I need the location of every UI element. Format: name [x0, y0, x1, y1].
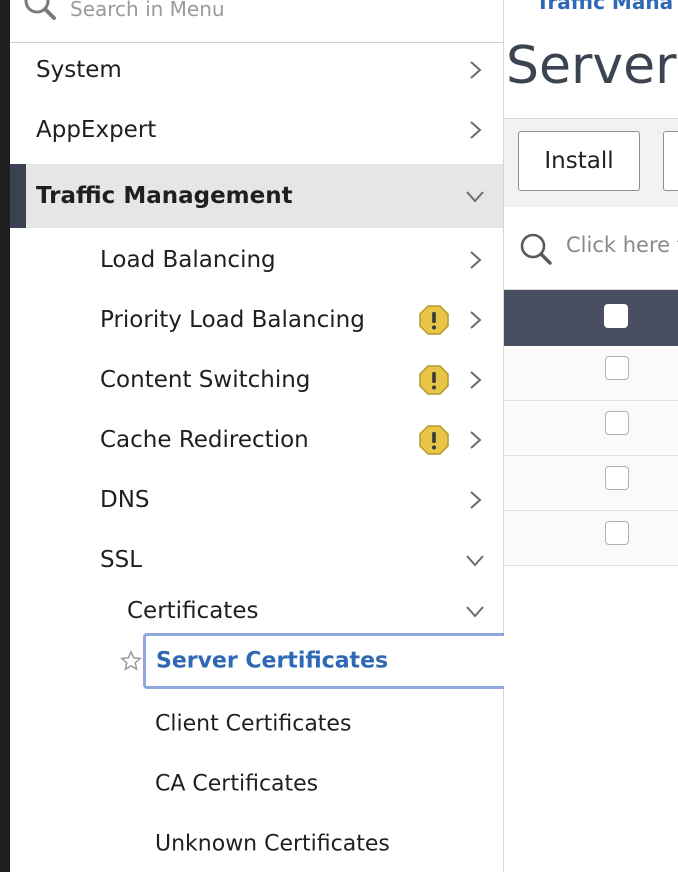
active-indicator [10, 164, 26, 228]
sidebar-item-label: Certificates [127, 598, 259, 624]
search-icon [22, 0, 58, 26]
sidebar-item-priority-load-balancing[interactable]: Priority Load Balancing [10, 291, 503, 349]
sidebar-item-label: Traffic Management [36, 183, 293, 209]
chevron-right-icon [470, 371, 482, 389]
table-filter[interactable]: Click here t [504, 207, 678, 290]
sidebar-item-server-certificates[interactable]: Server Certificates [143, 633, 508, 689]
table-header [504, 290, 678, 346]
sidebar-item-label: CA Certificates [155, 771, 319, 797]
sidebar-item-label: SSL [100, 547, 143, 573]
sidebar-item-unknown-certificates[interactable]: Unknown Certificates [10, 815, 503, 873]
sidebar-item-traffic-management[interactable]: Traffic Management [10, 164, 503, 228]
sidebar-item-label: DNS [100, 487, 150, 513]
warning-icon [419, 305, 449, 335]
sidebar-item-cache-redirection[interactable]: Cache Redirection [10, 411, 503, 469]
chevron-down-icon [466, 606, 484, 618]
menu-search-bar[interactable]: Search in Menu [10, 0, 503, 43]
sidebar-item-label: Content Switching [100, 367, 311, 393]
sidebar-item-load-balancing[interactable]: Load Balancing [10, 231, 503, 289]
toolbar: Install [504, 118, 678, 208]
table-row[interactable] [504, 456, 678, 511]
sidebar-item-system[interactable]: System [10, 41, 503, 99]
row-checkbox[interactable] [605, 411, 629, 435]
sidebar-item-certificates[interactable]: Certificates [10, 583, 503, 639]
sidebar-item-client-certificates[interactable]: Client Certificates [10, 695, 503, 753]
chevron-right-icon [470, 251, 482, 269]
sidebar-item-label: Unknown Certificates [155, 831, 390, 857]
table-row[interactable] [504, 401, 678, 456]
search-icon [518, 231, 554, 271]
chevron-down-icon [466, 555, 484, 567]
chevron-right-icon [470, 121, 482, 139]
sidebar-item-ssl[interactable]: SSL [10, 531, 503, 589]
row-checkbox[interactable] [605, 356, 629, 380]
main-content: Traffic Mana Server C Install Click here… [504, 0, 678, 872]
chevron-right-icon [470, 311, 482, 329]
sidebar-item-label: Load Balancing [100, 247, 276, 273]
install-button[interactable]: Install [518, 131, 640, 191]
sidebar-item-label: Server Certificates [156, 648, 389, 674]
row-checkbox[interactable] [605, 466, 629, 490]
sidebar-item-label: AppExpert [36, 117, 157, 143]
window-edge [0, 0, 10, 872]
sidebar-item-appexpert[interactable]: AppExpert [10, 101, 503, 159]
sidebar-item-label: Priority Load Balancing [100, 307, 365, 333]
chevron-right-icon [470, 431, 482, 449]
star-icon[interactable] [120, 650, 142, 672]
chevron-down-icon [466, 191, 484, 203]
filter-placeholder[interactable]: Click here t [566, 233, 678, 257]
sidebar-item-content-switching[interactable]: Content Switching [10, 351, 503, 409]
table-row[interactable] [504, 346, 678, 401]
sidebar-item-ca-certificates[interactable]: CA Certificates [10, 755, 503, 813]
breadcrumb[interactable]: Traffic Mana [536, 0, 673, 14]
chevron-right-icon [470, 61, 482, 79]
menu-search-placeholder[interactable]: Search in Menu [70, 0, 225, 21]
page-title: Server C [506, 36, 678, 96]
sidebar-item-label: System [36, 57, 122, 83]
sidebar-item-label: Client Certificates [155, 711, 352, 737]
navigation-sidebar: Search in Menu System AppExpert Traffic … [10, 0, 508, 873]
sidebar-item-label: Cache Redirection [100, 427, 309, 453]
warning-icon [419, 365, 449, 395]
chevron-right-icon [470, 491, 482, 509]
row-checkbox[interactable] [605, 521, 629, 545]
table-row[interactable] [504, 511, 678, 566]
toolbar-next-button[interactable] [663, 131, 678, 191]
sidebar-item-dns[interactable]: DNS [10, 471, 503, 529]
select-all-checkbox[interactable] [604, 304, 628, 328]
warning-icon [419, 425, 449, 455]
